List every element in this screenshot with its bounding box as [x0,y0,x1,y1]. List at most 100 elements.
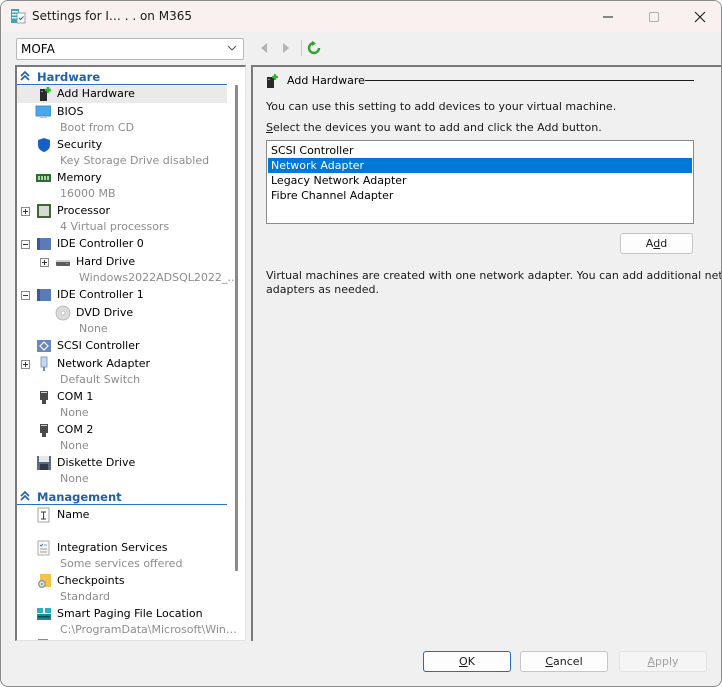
refresh-button[interactable] [307,41,321,55]
instruction-mnemonic: S [266,121,273,134]
cancel-label-rest: ancel [553,655,583,668]
tree-item-integration-services[interactable]: Integration Services [17,540,227,557]
add-hardware-icon [40,87,51,101]
apply-button[interactable]: Apply [619,651,707,672]
tree-item-network-adapter[interactable]: Network Adapter [17,356,227,373]
tree-item-label: Smart Paging File Location [57,607,203,620]
tree-item-checkpoints[interactable]: Checkpoints [17,573,227,590]
heading-divider [365,80,694,81]
arrow-left-icon [261,43,267,53]
name-icon [37,507,50,523]
tree-item-com-1[interactable]: COM 1 [17,389,227,406]
collapse-chevrons-icon [20,490,30,501]
cancel-mnemonic: C [545,655,554,668]
tree-item-smart-paging[interactable]: Smart Paging File Location [17,606,227,623]
monitor-icon [35,105,51,118]
add-hardware-icon [267,74,278,88]
expand-toggle[interactable] [40,258,49,267]
expand-toggle[interactable] [21,207,30,216]
detail-heading: Add Hardware [287,74,365,87]
ok-label-rest: K [467,655,475,668]
minimize-icon [603,16,613,17]
tree-item-hard-drive[interactable]: Hard Drive [17,254,227,271]
add-button-label-part: A [645,237,654,250]
tree-item-subtext: Key Storage Drive disabled [60,154,210,167]
collapse-chevrons-icon [20,70,30,81]
tree-item-subtext: None [60,406,89,419]
scsi-controller-icon [37,340,51,352]
ok-mnemonic: O [459,655,468,668]
com-port-icon [40,424,48,437]
memory-icon [36,174,51,182]
maximize-icon [649,11,659,22]
settings-tree: Hardware Add Hardware BIOS Boot from CD [15,65,246,641]
section-header-management[interactable]: Management [17,489,227,505]
tree-item-add-hardware[interactable]: Add Hardware [17,86,227,103]
device-option[interactable]: Fibre Channel Adapter [268,188,692,203]
back-button[interactable] [257,41,271,55]
tree-item-diskette-drive[interactable]: Diskette Drive [17,455,227,472]
ok-button[interactable]: OK [423,651,511,672]
tree-item-label: Name [57,508,90,521]
tree-item-subtext: Standard [60,590,111,603]
tree-item-name[interactable]: Name [17,507,227,524]
section-header-hardware[interactable]: Hardware [17,69,227,85]
tree-item-ide-controller-0[interactable]: IDE Controller 0 [17,236,227,253]
tree-item-com-2[interactable]: COM 2 [17,422,227,439]
com-port-icon [40,391,48,404]
dvd-icon [55,305,71,321]
add-button-label-part: d [660,237,668,250]
window-title: Settings for I… . . on M365 [32,9,192,23]
tree-scrollbar[interactable] [235,85,238,571]
collapse-toggle[interactable] [21,240,30,249]
minimize-button[interactable] [585,1,631,32]
settings-app-icon [11,9,26,24]
vm-selector-value: MOFA [21,42,55,56]
device-option[interactable]: Legacy Network Adapter [268,173,692,188]
tree-item-label: Integration Services [57,541,168,554]
tree-item-label: DVD Drive [76,306,134,319]
toolbar-separator [301,40,302,56]
note-text-line-1: Virtual machines are created with one ne… [266,269,722,282]
expand-toggle[interactable] [21,360,30,369]
apply-label-rest: pply [655,655,679,668]
shield-icon [38,138,50,152]
intro-text: You can use this setting to add devices … [266,100,617,113]
tree-item-subtext: 16000 MB [60,187,116,200]
tree-item-processor[interactable]: Processor [17,203,227,220]
device-option[interactable]: SCSI Controller [268,143,692,158]
tree-item-label: Network Adapter [57,357,151,370]
forward-button[interactable] [279,41,293,55]
ide-controller-icon [37,238,51,250]
tree-item-memory[interactable]: Memory [17,170,227,187]
tree-item-label: Checkpoints [57,574,125,587]
collapse-toggle[interactable] [21,291,30,300]
device-option-selected[interactable]: Network Adapter [268,158,692,173]
checkpoints-icon [38,574,51,588]
tree-item-scsi-controller[interactable]: SCSI Controller [17,338,227,355]
instruction-rest: elect the devices you want to add and cl… [272,121,602,134]
tree-item-bios[interactable]: BIOS [17,104,227,121]
tree-item-subtext: None [79,322,108,335]
maximize-button[interactable] [631,1,677,32]
tree-item-ide-controller-1[interactable]: IDE Controller 1 [17,287,227,304]
add-button-mnemonic: d [653,237,661,250]
tree-item-subtext: Boot from CD [60,121,135,134]
tree-item-dvd-drive[interactable]: DVD Drive [17,305,227,322]
tree-item-subtext: Some services offered [60,557,183,570]
apply-mnemonic: A [647,655,655,668]
network-adapter-icon [40,356,48,371]
device-listbox[interactable]: SCSI Controller Network Adapter Legacy N… [266,140,694,224]
tree-item-label: IDE Controller 1 [57,288,144,301]
tree-item-security[interactable]: Security [17,137,227,154]
close-button[interactable] [677,1,721,32]
tree-item-subtext: None [60,472,89,485]
cancel-button[interactable]: Cancel [520,651,608,672]
processor-icon [37,204,51,218]
vm-selector-dropdown[interactable]: MOFA [16,38,244,60]
arrow-right-icon [283,43,289,53]
add-button[interactable]: Add [620,233,693,254]
tree-item-subtext: None [60,439,89,452]
partial-next-item-icon [38,639,48,640]
tree-item-label: BIOS [57,105,84,118]
